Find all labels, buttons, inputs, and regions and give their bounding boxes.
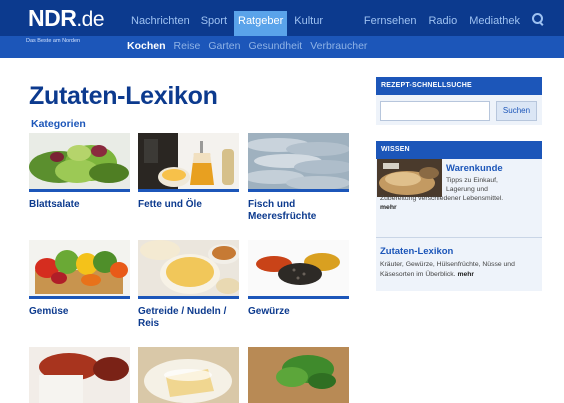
search-button[interactable]: Suchen [496, 101, 537, 121]
logo-suffix: .de [76, 8, 105, 31]
category-label[interactable]: Getreide / Nudeln / Reis [138, 306, 239, 330]
nav-item-sport[interactable]: Sport [197, 11, 231, 36]
vegetables-image[interactable] [29, 240, 130, 296]
logo-main: NDR [28, 5, 77, 31]
category-label[interactable]: Blattsalate [29, 199, 130, 211]
warenkunde-text-line2: Lagerung und [446, 186, 488, 193]
sub-navigation-bar: Das Beste am Norden Kochen Reise Garten … [0, 36, 564, 58]
warenkunde-link[interactable]: Warenkunde [446, 163, 503, 174]
quicksearch-heading: REZEPT-SCHNELLSUCHE [376, 77, 542, 95]
category-tile-gewuerze[interactable]: Gewürze [248, 240, 349, 318]
subnav-item-garten[interactable]: Garten [208, 40, 240, 52]
category-tile-row3-1[interactable] [29, 347, 130, 403]
category-label[interactable]: Fisch und Meeresfrüchte [248, 199, 349, 223]
nav-item-kultur[interactable]: Kultur [290, 11, 327, 36]
category-tile-getreide[interactable]: Getreide / Nudeln / Reis [138, 240, 239, 330]
sub-nav: Kochen Reise Garten Gesundheit Verbrauch… [127, 40, 367, 52]
category-tile-fisch[interactable]: Fisch und Meeresfrüchte [248, 133, 349, 223]
warenkunde-more-link[interactable]: mehr [380, 204, 397, 211]
recipe-search-input[interactable] [380, 101, 490, 121]
category-tile-gemuese[interactable]: Gemüse [29, 240, 130, 318]
nav-item-mediathek[interactable]: Mediathek [469, 15, 520, 27]
oil-bottles-image[interactable] [138, 133, 239, 189]
subnav-item-verbraucher[interactable]: Verbraucher [310, 40, 367, 52]
subnav-item-kochen[interactable]: Kochen [127, 40, 166, 52]
category-tile-blattsalate[interactable]: Blattsalate [29, 133, 130, 211]
wissen-heading: WISSEN [376, 141, 542, 159]
zutaten-text: Kräuter, Gewürze, Hülsenfrüchte, Nüsse u… [380, 261, 515, 278]
top-navigation-bar: NDR.de Nachrichten Sport Ratgeber Kultur… [0, 0, 564, 36]
spices-image[interactable] [248, 240, 349, 296]
warenkunde-teaser: Tipps zu Einkauf, Lagerung und Zubereitu… [380, 176, 540, 212]
divider [376, 237, 542, 238]
media-nav: Fernsehen Radio Mediathek [364, 13, 544, 27]
page-title: Zutaten-Lexikon [29, 82, 218, 110]
category-tile-row3-2[interactable] [138, 347, 239, 403]
fish-image[interactable] [248, 133, 349, 189]
nav-item-ratgeber[interactable]: Ratgeber [234, 11, 288, 36]
subnav-item-reise[interactable]: Reise [174, 40, 201, 52]
subnav-item-gesundheit[interactable]: Gesundheit [248, 40, 302, 52]
wissen-box: WISSEN Warenkunde Tipps zu Einkauf, Lage… [376, 141, 542, 291]
recipe-quicksearch-box: REZEPT-SCHNELLSUCHE Suchen [376, 77, 542, 125]
zutaten-lexikon-teaser: Kräuter, Gewürze, Hülsenfrüchte, Nüsse u… [380, 260, 540, 280]
zutaten-lexikon-link[interactable]: Zutaten-Lexikon [380, 246, 453, 257]
category-label[interactable]: Fette und Öle [138, 199, 239, 211]
main-nav: Nachrichten Sport Ratgeber Kultur [127, 11, 330, 36]
paste-bowl-image[interactable] [29, 347, 130, 403]
nav-item-radio[interactable]: Radio [428, 15, 457, 27]
search-icon[interactable] [532, 13, 544, 25]
warenkunde-text-line3: Zubereitung verschiedener Lebensmittel. [380, 195, 504, 202]
category-tile-fette-und-oele[interactable]: Fette und Öle [138, 133, 239, 211]
zutaten-more-link[interactable]: mehr [457, 271, 474, 278]
logo-tagline: Das Beste am Norden [26, 38, 81, 44]
pasta-image[interactable] [138, 240, 239, 296]
categories-heading: Kategorien [31, 118, 86, 130]
category-label[interactable]: Gewürze [248, 306, 349, 318]
category-label[interactable]: Gemüse [29, 306, 130, 318]
category-tile-row3-3[interactable] [248, 347, 349, 403]
lettuce-image[interactable] [29, 133, 130, 189]
herbs-image[interactable] [248, 347, 349, 403]
nav-item-nachrichten[interactable]: Nachrichten [127, 11, 194, 36]
nav-item-fernsehen[interactable]: Fernsehen [364, 15, 417, 27]
cheese-image[interactable] [138, 347, 239, 403]
warenkunde-text-line1: Tipps zu Einkauf, [446, 177, 498, 184]
